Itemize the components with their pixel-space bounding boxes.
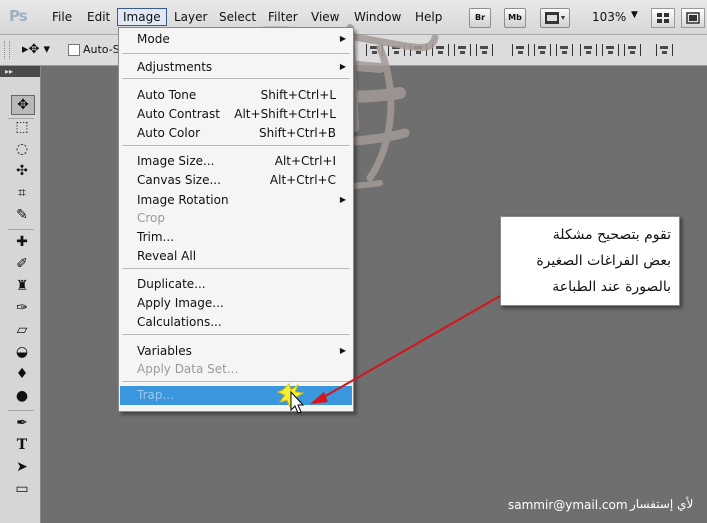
contact-email: sammir@ymail.com bbox=[508, 498, 628, 512]
contact-label: لأي إستفسار bbox=[630, 497, 694, 511]
callout-line-3: بالصورة عند الطباعة bbox=[552, 279, 671, 295]
annotation-callout: تقوم بتصحيح مشكلة بعض الفراغات الصغيرة ب… bbox=[500, 216, 680, 306]
callout-line-2: بعض الفراغات الصغيرة bbox=[536, 253, 671, 269]
callout-line-1: تقوم بتصحيح مشكلة bbox=[552, 227, 671, 243]
